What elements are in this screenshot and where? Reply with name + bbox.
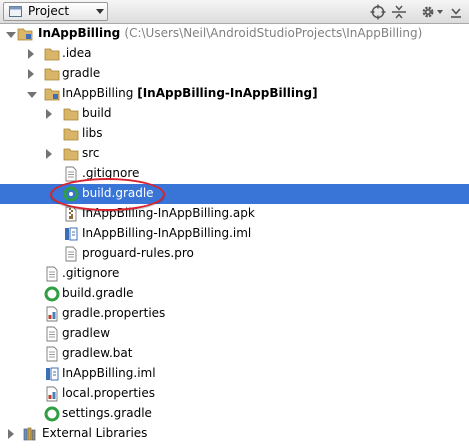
tree-item-root-gitignore[interactable]: .gitignore xyxy=(0,264,469,284)
tree-item-root-iml[interactable]: InAppBilling.iml xyxy=(0,364,469,384)
expand-arrow-icon[interactable] xyxy=(28,49,34,59)
tree-item-gradlew[interactable]: gradlew xyxy=(0,324,469,344)
tree-item-label: InAppBilling [InAppBilling-InAppBilling] xyxy=(62,86,318,100)
tree-item-apk[interactable]: InAppBilling-InAppBilling.apk xyxy=(0,204,469,224)
expand-arrow-icon[interactable] xyxy=(46,109,52,119)
tree-item-root-project[interactable]: InAppBilling (C:\Users\Neil\AndroidStudi… xyxy=(0,24,469,44)
settings-gear-icon[interactable] xyxy=(420,4,436,20)
tree-item-label: gradlew.bat xyxy=(62,346,133,360)
gradle-file-icon xyxy=(44,286,60,302)
tree-item-gradlew-bat[interactable]: gradlew.bat xyxy=(0,344,469,364)
tree-item-label: gradle.properties xyxy=(62,306,166,320)
tree-item-label: local.properties xyxy=(62,386,156,400)
tree-item-label: libs xyxy=(82,126,103,140)
tree-item-libs-folder[interactable]: libs xyxy=(0,124,469,144)
settings-dropdown-icon[interactable] xyxy=(437,10,443,14)
tree-item-gradle-folder[interactable]: gradle xyxy=(0,64,469,84)
library-icon xyxy=(23,427,36,441)
tree-item-label: gradle xyxy=(62,66,101,80)
project-view-icon xyxy=(9,6,22,17)
tree-item-label: InAppBilling.iml xyxy=(62,366,156,380)
tree-item-label: External Libraries xyxy=(42,426,148,440)
project-toolbar: Project xyxy=(0,0,469,24)
module-folder-icon xyxy=(44,88,60,101)
expand-arrow-icon[interactable] xyxy=(46,149,52,159)
tree-item-label: .gitignore xyxy=(82,166,140,180)
tree-item-build-folder[interactable]: build xyxy=(0,104,469,124)
tree-item-root-build-gradle[interactable]: build.gradle xyxy=(0,284,469,304)
tree-item-label: src xyxy=(82,146,100,160)
tree-item-gradle-properties[interactable]: gradle.properties xyxy=(0,304,469,324)
properties-file-icon xyxy=(46,386,58,402)
iml-file-icon xyxy=(46,367,59,381)
project-path: (C:\Users\Neil\AndroidStudioProjects\InA… xyxy=(124,26,423,40)
tree-item-module-gitignore[interactable]: .gitignore xyxy=(0,164,469,184)
expand-arrow-icon[interactable] xyxy=(27,92,37,98)
tree-item-module-iml[interactable]: InAppBilling-InAppBilling.iml xyxy=(0,224,469,244)
properties-file-icon xyxy=(46,306,58,322)
tree-item-proguard[interactable]: proguard-rules.pro xyxy=(0,244,469,264)
tree-item-label: gradlew xyxy=(62,326,111,340)
text-file-icon xyxy=(46,266,58,282)
tree-item-label: proguard-rules.pro xyxy=(82,246,194,260)
tree-item-label: settings.gradle xyxy=(62,406,152,420)
scroll-from-source-icon[interactable] xyxy=(370,4,386,20)
tree-item-label: build.gradle xyxy=(62,286,134,300)
tree-item-idea-folder[interactable]: .idea xyxy=(0,44,469,64)
gradle-file-icon xyxy=(44,406,60,422)
chevron-down-icon xyxy=(96,9,104,14)
tree-item-label: .idea xyxy=(62,46,92,60)
tree-item-label: build.gradle xyxy=(82,186,154,200)
text-file-icon xyxy=(46,326,58,342)
folder-icon xyxy=(44,68,60,81)
tree-item-label: InAppBilling-InAppBilling.apk xyxy=(82,206,255,220)
text-file-icon xyxy=(46,346,58,362)
tree-item-local-properties[interactable]: local.properties xyxy=(0,384,469,404)
archive-file-icon xyxy=(65,206,77,222)
folder-icon xyxy=(63,128,79,141)
iml-file-icon xyxy=(65,227,78,241)
tree-item-label: build xyxy=(82,106,112,120)
project-tree: InAppBilling (C:\Users\Neil\AndroidStudi… xyxy=(0,24,469,448)
folder-icon xyxy=(44,48,60,61)
tree-item-external-libraries[interactable]: External Libraries xyxy=(0,424,469,444)
text-file-icon xyxy=(65,166,77,182)
tree-item-src-folder[interactable]: src xyxy=(0,144,469,164)
text-file-icon xyxy=(65,246,77,262)
folder-icon xyxy=(63,108,79,121)
gradle-file-icon xyxy=(63,186,79,202)
module-folder-icon xyxy=(17,28,33,41)
tree-item-settings-gradle[interactable]: settings.gradle xyxy=(0,404,469,424)
tree-item-label: .gitignore xyxy=(62,266,120,280)
expand-arrow-icon[interactable] xyxy=(6,32,16,38)
tree-item-module-build-gradle[interactable]: build.gradle xyxy=(0,184,469,204)
module-tag: [InAppBilling-InAppBilling] xyxy=(137,86,318,100)
tree-item-label: InAppBilling (C:\Users\Neil\AndroidStudi… xyxy=(38,26,423,40)
expand-arrow-icon[interactable] xyxy=(8,429,14,439)
collapse-all-icon[interactable] xyxy=(391,4,407,20)
expand-arrow-icon[interactable] xyxy=(28,69,34,79)
project-view-label: Project xyxy=(28,4,70,18)
tree-item-module[interactable]: InAppBilling [InAppBilling-InAppBilling] xyxy=(0,84,469,104)
tree-item-label: InAppBilling-InAppBilling.iml xyxy=(82,226,252,240)
folder-icon xyxy=(63,148,79,161)
hide-panel-icon[interactable] xyxy=(448,4,464,20)
project-view-selector[interactable]: Project xyxy=(3,2,108,21)
